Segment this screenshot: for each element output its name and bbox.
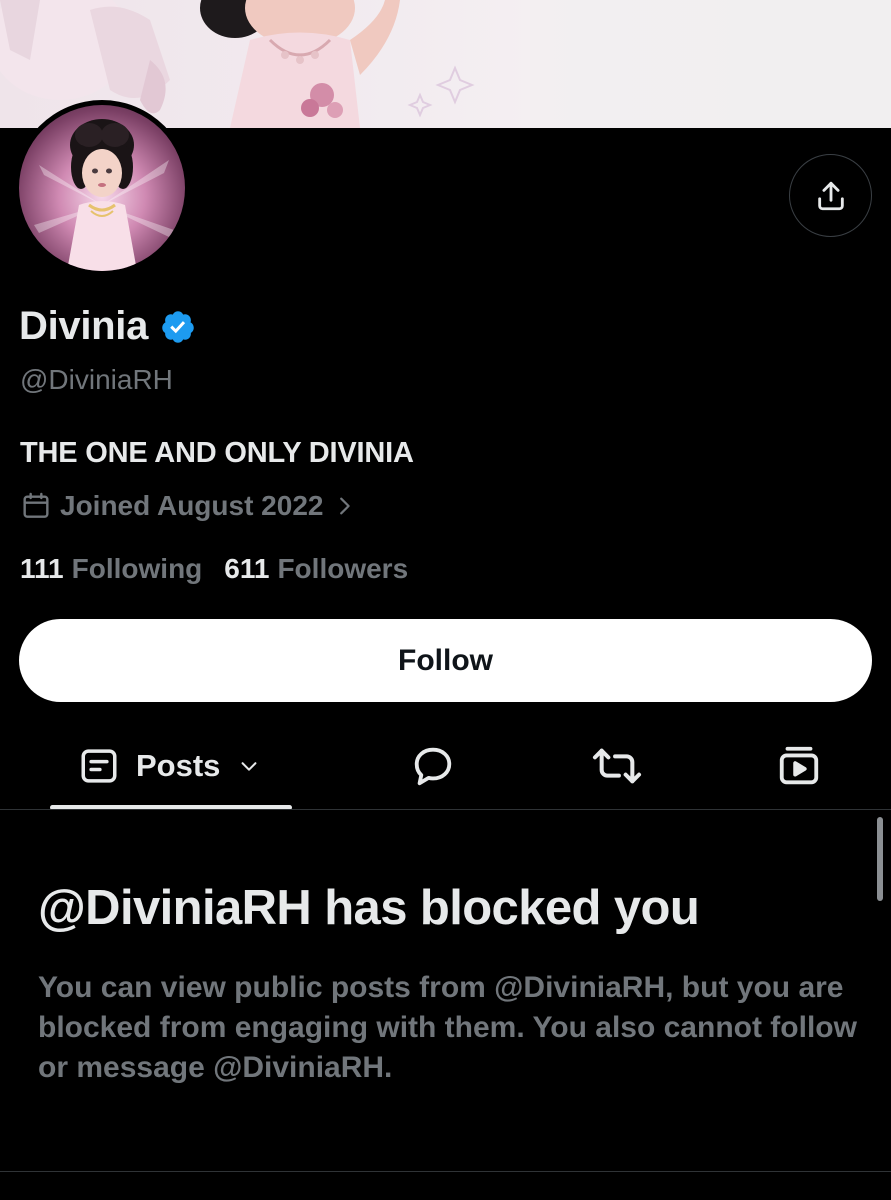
repost-icon [592, 748, 642, 784]
tab-posts-label: Posts [136, 748, 221, 783]
calendar-icon [23, 492, 49, 518]
chevron-down-icon[interactable] [238, 755, 260, 777]
tab-reposts[interactable] [592, 730, 642, 802]
follow-stats: 111 Following 611 Followers [20, 553, 408, 585]
tabs-divider [0, 809, 891, 810]
following-label: Following [71, 553, 203, 584]
follow-button[interactable]: Follow [19, 619, 872, 702]
tab-replies[interactable] [410, 730, 456, 802]
display-name: Divinia [19, 304, 149, 348]
followers-label: Followers [277, 553, 409, 584]
posts-icon [81, 749, 117, 783]
bottom-divider [0, 1171, 891, 1172]
avatar[interactable] [14, 100, 190, 276]
avatar-image [19, 105, 185, 271]
profile-handle: @DiviniaRH [20, 364, 173, 395]
joined-date-text: Joined August 2022 [60, 490, 324, 521]
name-row: Divinia [19, 304, 196, 349]
blocked-description: You can view public posts from @DiviniaR… [38, 971, 857, 1084]
chevron-right-icon [340, 497, 351, 515]
joined-date-link[interactable]: Joined August 2022 [20, 490, 355, 522]
share-upload-icon [817, 181, 844, 210]
following-stat[interactable]: 111 Following [20, 553, 202, 585]
followers-count: 611 [224, 553, 270, 584]
blocked-title: @DiviniaRH has blocked you [38, 881, 700, 935]
tab-posts[interactable]: Posts [78, 730, 260, 802]
verified-badge-icon[interactable] [160, 309, 196, 345]
media-video-icon [779, 746, 819, 785]
profile-tabs: Posts [0, 730, 891, 810]
followers-stat[interactable]: 611 Followers [224, 553, 408, 585]
tab-media[interactable] [776, 730, 822, 802]
following-count: 111 [20, 553, 64, 584]
share-button[interactable] [789, 154, 872, 237]
profile-page: Divinia @DiviniaRH THE ONE AND ONLY DIVI… [0, 0, 891, 1200]
profile-bio: THE ONE AND ONLY DIVINIA [20, 437, 414, 469]
replies-bubble-icon [414, 747, 452, 786]
scrollbar[interactable] [877, 817, 883, 901]
